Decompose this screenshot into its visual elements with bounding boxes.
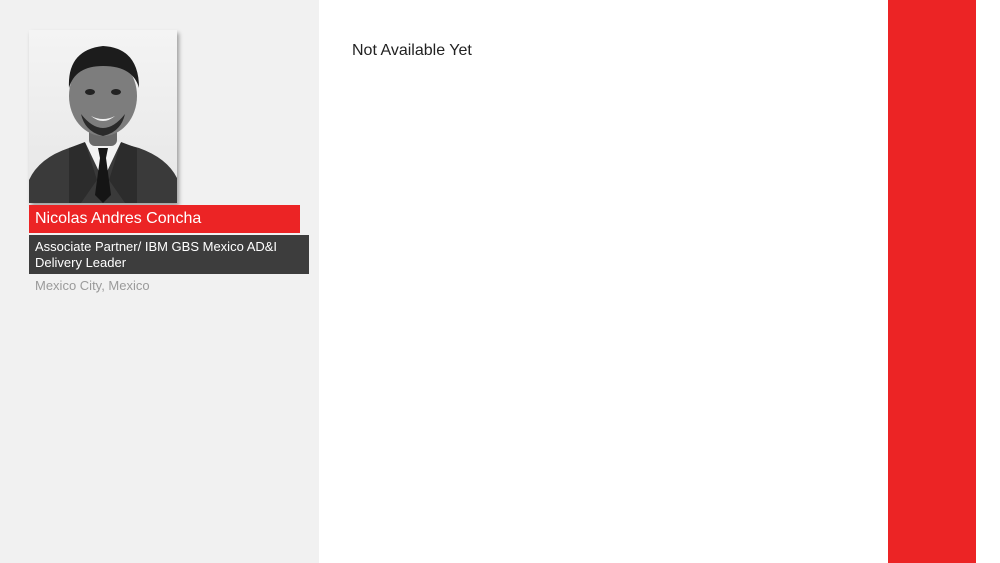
profile-name: Nicolas Andres Concha [29, 205, 300, 233]
content-placeholder-text: Not Available Yet [352, 42, 472, 59]
profile-sidebar: Nicolas Andres Concha Associate Partner/… [0, 0, 319, 563]
decorative-red-stripe [888, 0, 976, 563]
person-portrait-icon [29, 46, 177, 203]
profile-location: Mexico City, Mexico [35, 278, 150, 293]
profile-photo [29, 30, 177, 203]
profile-role: Associate Partner/ IBM GBS Mexico AD&I D… [29, 235, 309, 274]
